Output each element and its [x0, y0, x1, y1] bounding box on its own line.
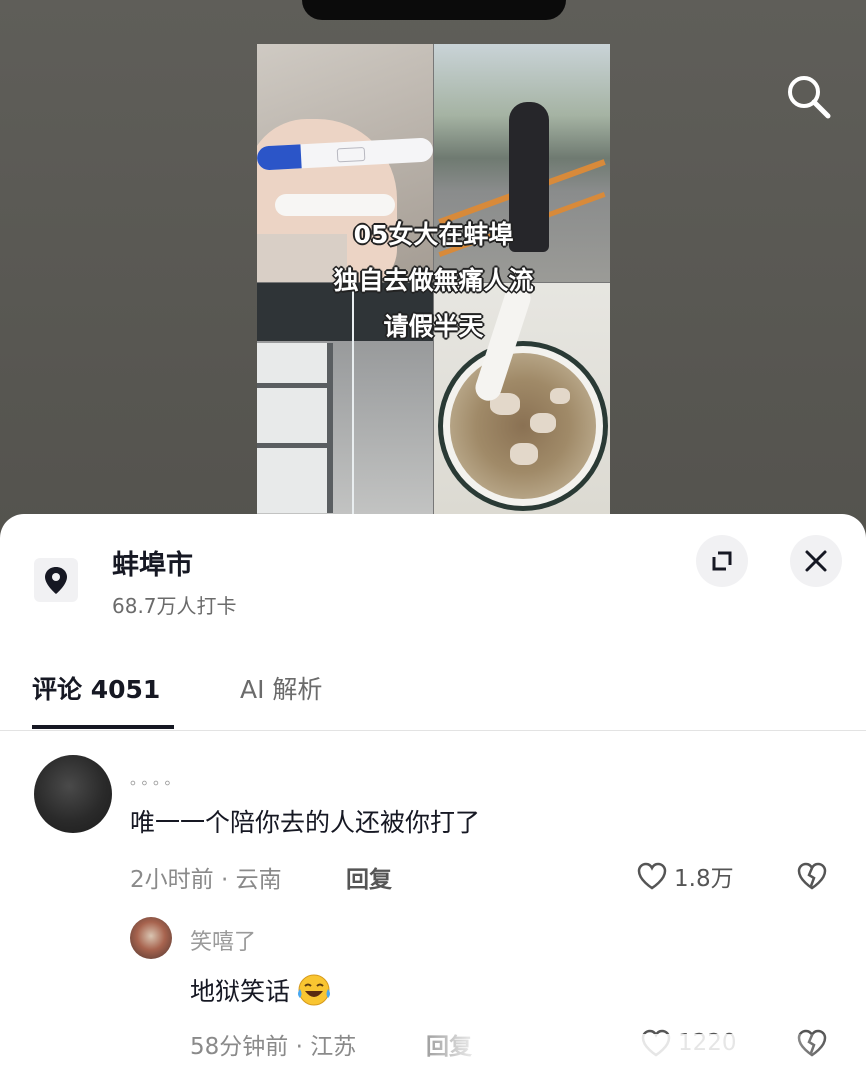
phone-notch	[302, 0, 566, 20]
caption-line-3: 请假半天	[383, 312, 484, 341]
test-cap	[257, 144, 302, 171]
location-pin-svg	[45, 567, 67, 594]
like-button[interactable]: 1.8万	[634, 858, 734, 894]
reply-button[interactable]: 回复	[346, 860, 392, 894]
soup	[450, 353, 596, 499]
meat-piece	[510, 443, 538, 465]
location-checkins: 68.7万人打卡	[112, 594, 237, 618]
window-bar	[257, 443, 327, 448]
test-window	[336, 146, 366, 163]
avatar[interactable]	[34, 755, 112, 833]
tab-ai-analysis[interactable]: AI 解析	[240, 670, 322, 706]
dislike-button[interactable]	[794, 858, 830, 898]
video-caption: 05女大在蚌埠 独自去做無痛人流 请假半天	[257, 212, 610, 350]
divider	[0, 730, 866, 731]
expand-button[interactable]	[696, 535, 748, 587]
heart-outline-icon	[637, 862, 667, 890]
reply-text: 地狱笑话	[190, 977, 291, 1006]
window-bar	[257, 383, 327, 388]
broken-heart-icon	[797, 862, 827, 890]
window	[257, 343, 333, 513]
reply-username[interactable]: 笑嘻了	[190, 924, 256, 956]
active-tab-indicator	[32, 725, 174, 729]
location-pin-icon	[34, 558, 78, 602]
tab-comments[interactable]: 评论 4051	[32, 670, 160, 706]
reply-text-row: 地狱笑话	[190, 970, 334, 1010]
like-count: 1.8万	[674, 866, 734, 892]
comment-username[interactable]: 。。。。	[130, 768, 184, 789]
caption-line-1: 05女大在蚌埠	[353, 220, 514, 249]
caption-line-2: 独自去做無痛人流	[333, 266, 534, 295]
comment-meta: 2小时前 · 云南	[130, 867, 282, 893]
meat-piece	[530, 413, 556, 433]
location-title[interactable]: 蚌埠市	[112, 543, 193, 582]
video-thumbnail[interactable]: 05女大在蚌埠 独自去做無痛人流 请假半天	[257, 44, 610, 514]
search-button[interactable]	[780, 68, 836, 124]
watermark-blur	[380, 1034, 830, 1080]
comment-text: 唯一一个陪你去的人还被你打了	[130, 808, 481, 837]
reply-avatar[interactable]	[130, 917, 172, 959]
search-icon	[788, 76, 831, 119]
close-button[interactable]	[790, 535, 842, 587]
close-icon	[805, 550, 827, 572]
meat-piece	[550, 388, 570, 404]
expand-icon	[712, 551, 732, 571]
laughing-crying-emoji-icon	[298, 974, 331, 1006]
reply-meta: 58分钟前 · 江苏	[190, 1034, 357, 1060]
